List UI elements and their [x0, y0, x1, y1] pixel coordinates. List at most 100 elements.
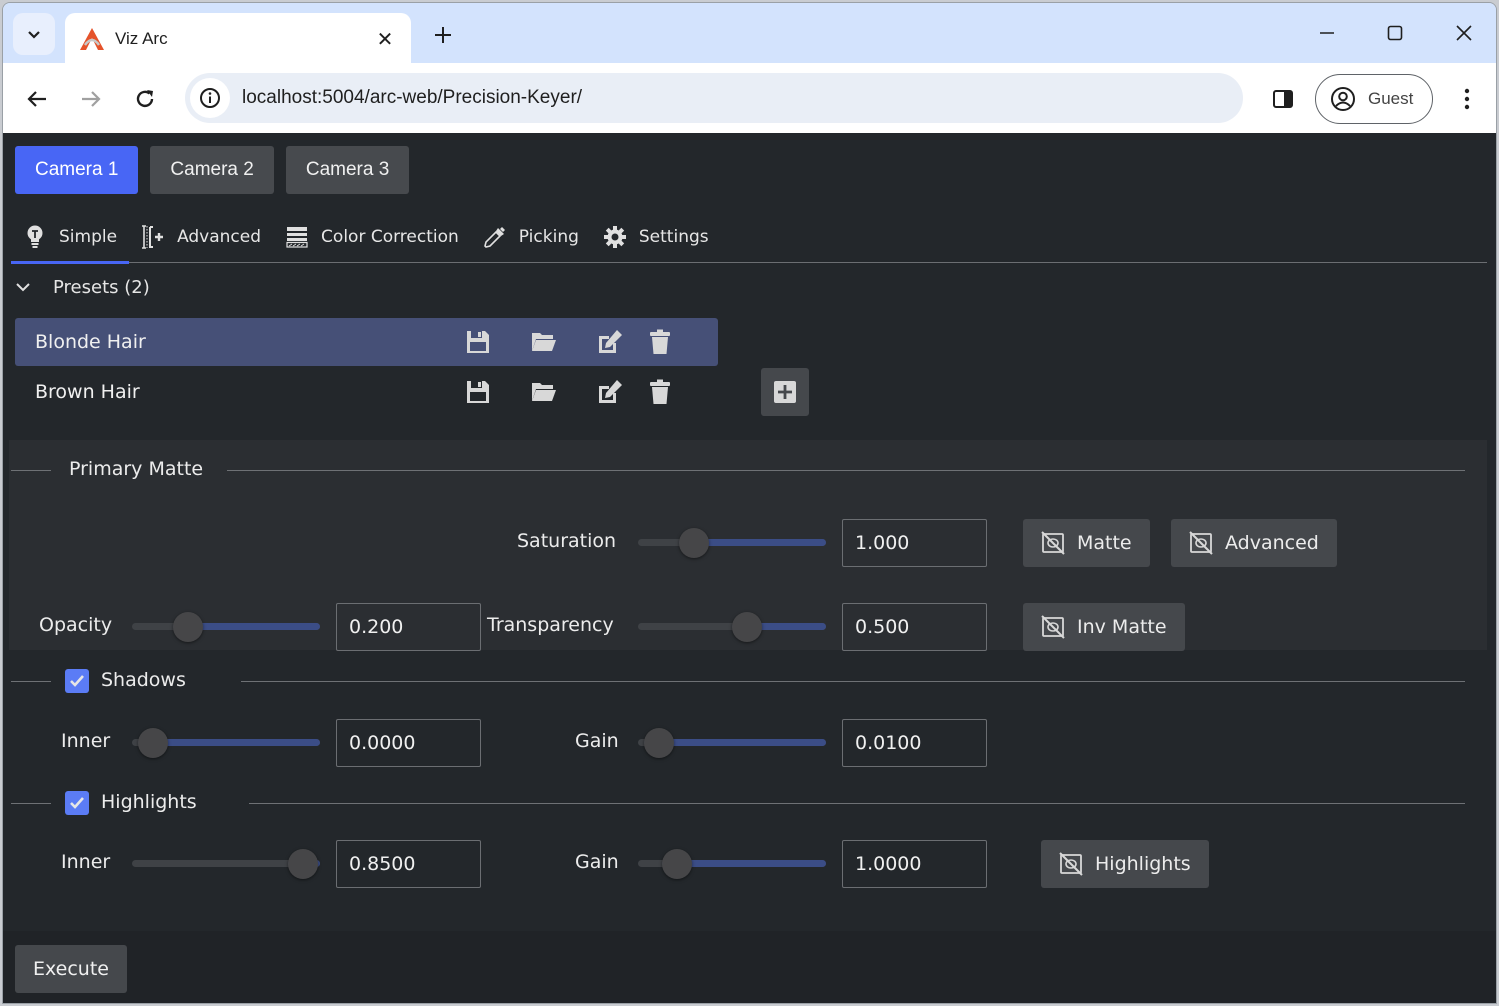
tab-label: Simple: [59, 226, 118, 247]
eye-slash-icon: [1189, 531, 1213, 555]
tab-advanced[interactable]: Advanced: [129, 211, 273, 263]
more-vert-icon: [1464, 88, 1470, 110]
arrow-left-icon: [27, 91, 46, 107]
reload-icon: [136, 90, 154, 108]
button-label: Highlights: [1095, 853, 1191, 875]
minimize-icon: [1320, 32, 1334, 34]
folder-open-icon[interactable]: [531, 329, 557, 355]
shadows-inner-slider[interactable]: [132, 727, 320, 758]
save-icon[interactable]: [465, 379, 491, 405]
camera-selector: Camera 1 Camera 2 Camera 3: [15, 146, 410, 194]
saturation-label: Saturation: [517, 530, 617, 552]
close-window-button[interactable]: [1444, 15, 1484, 51]
divider: [11, 803, 51, 804]
preset-row[interactable]: Brown Hair: [15, 368, 718, 416]
saturation-input[interactable]: [842, 519, 987, 567]
shadows-gain-slider[interactable]: [638, 727, 826, 758]
close-icon: [1456, 25, 1472, 41]
saturation-slider[interactable]: [638, 527, 826, 558]
highlights-gain-slider[interactable]: [638, 848, 826, 879]
highlights-inner-slider[interactable]: [132, 848, 320, 879]
browser-tab[interactable]: Viz Arc ✕: [65, 13, 411, 65]
address-bar[interactable]: localhost:5004/arc-web/Precision-Keyer/: [185, 73, 1243, 123]
advanced-matte-button[interactable]: Advanced: [1171, 519, 1337, 567]
reload-button[interactable]: [127, 81, 163, 117]
shadows-gain-input[interactable]: [842, 719, 987, 767]
add-preset-button[interactable]: [761, 368, 809, 416]
highlights-checkbox[interactable]: [65, 791, 89, 815]
tab-label: Picking: [518, 226, 579, 247]
tab-search-button[interactable]: [13, 13, 55, 55]
slider-thumb[interactable]: [138, 728, 168, 758]
maximize-button[interactable]: [1375, 15, 1415, 51]
slider-thumb[interactable]: [662, 849, 692, 879]
plus-square-icon: [774, 381, 796, 403]
shadows-inner-input[interactable]: [336, 719, 481, 767]
transparency-input[interactable]: [842, 603, 987, 651]
folder-open-icon[interactable]: [531, 379, 557, 405]
trash-icon[interactable]: [647, 329, 673, 355]
site-info-button[interactable]: [190, 78, 230, 118]
opacity-slider[interactable]: [132, 611, 320, 642]
opacity-input[interactable]: [336, 603, 481, 651]
opacity-label: Opacity: [39, 614, 113, 636]
divider: [11, 470, 51, 471]
matte-button[interactable]: Matte: [1023, 519, 1150, 567]
url-text[interactable]: localhost:5004/arc-web/Precision-Keyer/: [242, 87, 582, 109]
info-icon: [200, 88, 220, 108]
camera-2-button[interactable]: Camera 2: [150, 146, 274, 194]
preset-row[interactable]: Blonde Hair: [15, 318, 718, 366]
eye-slash-icon: [1059, 852, 1083, 876]
camera-1-button[interactable]: Camera 1: [15, 146, 139, 194]
inv-matte-button[interactable]: Inv Matte: [1023, 603, 1185, 651]
presets-accordion-header[interactable]: Presets (2): [15, 267, 150, 307]
browser-menu-button[interactable]: [1451, 81, 1483, 117]
highlights-gain-label: Gain: [575, 851, 619, 873]
browser-toolbar: localhost:5004/arc-web/Precision-Keyer/ …: [3, 63, 1496, 133]
slider-thumb[interactable]: [732, 612, 762, 642]
button-label: Inv Matte: [1077, 616, 1167, 638]
highlights-inner-input[interactable]: [336, 840, 481, 888]
edit-icon[interactable]: [597, 329, 623, 355]
preset-name: Brown Hair: [35, 381, 140, 403]
highlights-button[interactable]: Highlights: [1041, 840, 1209, 888]
close-tab-icon[interactable]: ✕: [373, 27, 397, 52]
mode-tabs: Simple Advanced Color Correction Picking…: [11, 211, 1487, 264]
maximize-icon: [1387, 25, 1403, 41]
tab-picking[interactable]: Picking: [471, 211, 591, 263]
tab-strip: Viz Arc ✕: [3, 3, 1496, 65]
primary-matte-title: Primary Matte: [69, 458, 204, 480]
save-icon[interactable]: [465, 329, 491, 355]
tab-color-correction[interactable]: Color Correction: [273, 211, 471, 263]
transparency-slider[interactable]: [638, 611, 826, 642]
forward-button[interactable]: [73, 81, 109, 117]
footer-bar: Execute: [3, 931, 1496, 1003]
divider: [11, 681, 51, 682]
transparency-label: Transparency: [487, 614, 614, 636]
edit-icon[interactable]: [597, 379, 623, 405]
camera-3-button[interactable]: Camera 3: [285, 146, 410, 194]
execute-button[interactable]: Execute: [15, 945, 127, 993]
side-panel-button[interactable]: [1265, 81, 1301, 117]
tab-label: Settings: [638, 226, 709, 247]
arrow-right-icon: [82, 91, 101, 107]
tab-settings[interactable]: Settings: [591, 211, 721, 263]
shadows-checkbox[interactable]: [65, 669, 89, 693]
presets-title: Presets (2): [53, 276, 150, 298]
profile-button[interactable]: Guest: [1315, 74, 1433, 124]
slider-thumb[interactable]: [173, 612, 203, 642]
gear-icon: [603, 225, 627, 249]
slider-thumb[interactable]: [644, 728, 674, 758]
highlights-gain-input[interactable]: [842, 840, 987, 888]
shadows-gain-label: Gain: [575, 730, 619, 752]
tab-label: Advanced: [177, 226, 262, 247]
new-tab-button[interactable]: [427, 19, 459, 51]
slider-thumb[interactable]: [679, 528, 709, 558]
back-button[interactable]: [19, 81, 55, 117]
trash-icon[interactable]: [647, 379, 673, 405]
slider-thumb[interactable]: [288, 849, 318, 879]
precision-keyer-app: Camera 1 Camera 2 Camera 3 Simple Advanc…: [3, 133, 1496, 1003]
tab-simple[interactable]: Simple: [11, 211, 130, 264]
minimize-button[interactable]: [1307, 15, 1347, 51]
button-label: Matte: [1077, 532, 1132, 554]
